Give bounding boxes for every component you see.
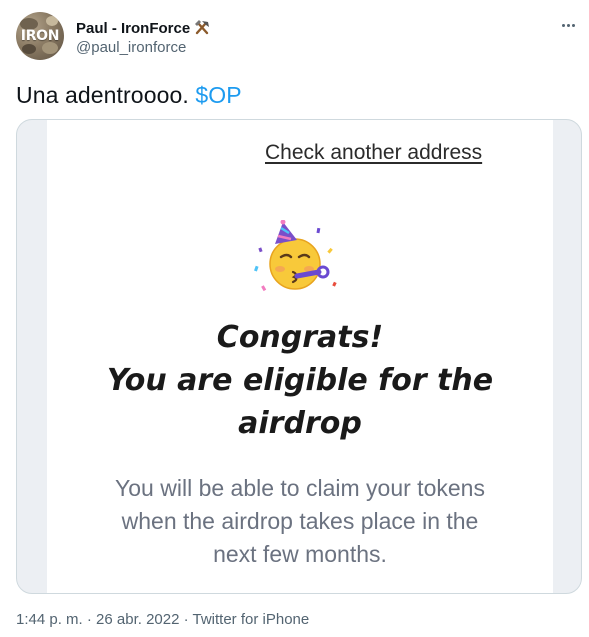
more-options-icon[interactable] xyxy=(557,16,579,34)
partying-face-icon xyxy=(247,219,347,300)
display-name[interactable]: Paul - IronForce xyxy=(76,20,190,37)
tweet-author[interactable]: Paul - IronForce @paul_ironforce xyxy=(76,18,211,56)
subtext-line: next few months. xyxy=(213,541,387,567)
check-another-address-link: Check another address xyxy=(265,141,483,164)
avatar[interactable]: IRON xyxy=(16,12,64,60)
user-handle[interactable]: @paul_ironforce xyxy=(76,39,211,56)
avatar-pattern xyxy=(46,16,58,26)
headline-line: Congrats! xyxy=(216,320,384,355)
headline-line: You are eligible for the xyxy=(106,363,494,398)
avatar-pattern xyxy=(22,44,36,54)
cashtag-link[interactable]: $OP xyxy=(195,82,241,108)
tweet-timestamp[interactable]: 1:44 p. m. · 26 abr. 2022 · Twitter for … xyxy=(16,611,309,628)
tweet-text: Una adentroooo. $OP xyxy=(16,82,242,109)
subtext-line: You will be able to claim your tokens xyxy=(115,475,485,501)
subtext-line: when the airdrop takes place in the xyxy=(121,508,479,534)
screenshot-card: Check another address Congrats! You are … xyxy=(47,120,553,593)
congrats-headline: Congrats! You are eligible for the airdr… xyxy=(47,316,553,445)
tweet-body: Una adentroooo. xyxy=(16,82,189,108)
avatar-logo-text: IRON xyxy=(20,28,60,44)
airdrop-info-text: You will be able to claim your tokens wh… xyxy=(85,472,515,571)
hammer-pick-icon xyxy=(193,19,211,37)
tweet-media[interactable]: Check another address Congrats! You are … xyxy=(16,119,582,594)
headline-line: airdrop xyxy=(238,406,362,441)
